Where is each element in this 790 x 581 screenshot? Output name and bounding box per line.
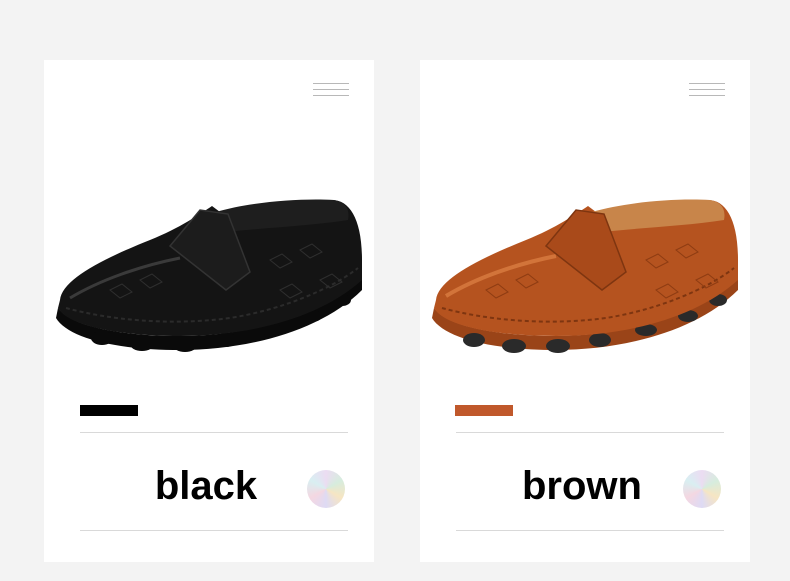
black-loafer-image bbox=[56, 199, 362, 352]
divider bbox=[80, 530, 348, 531]
brown-color-swatch bbox=[455, 405, 513, 416]
menu-icon[interactable] bbox=[689, 83, 725, 97]
divider bbox=[80, 432, 348, 433]
color-name-label: black bbox=[154, 464, 258, 508]
black-color-swatch bbox=[80, 405, 138, 416]
color-name-label: brown bbox=[522, 464, 642, 508]
hologram-badge-icon bbox=[307, 470, 345, 508]
hologram-badge-icon bbox=[683, 470, 721, 508]
brown-loafer-image bbox=[432, 199, 738, 353]
divider bbox=[456, 432, 724, 433]
divider bbox=[456, 530, 724, 531]
menu-icon[interactable] bbox=[313, 83, 349, 97]
